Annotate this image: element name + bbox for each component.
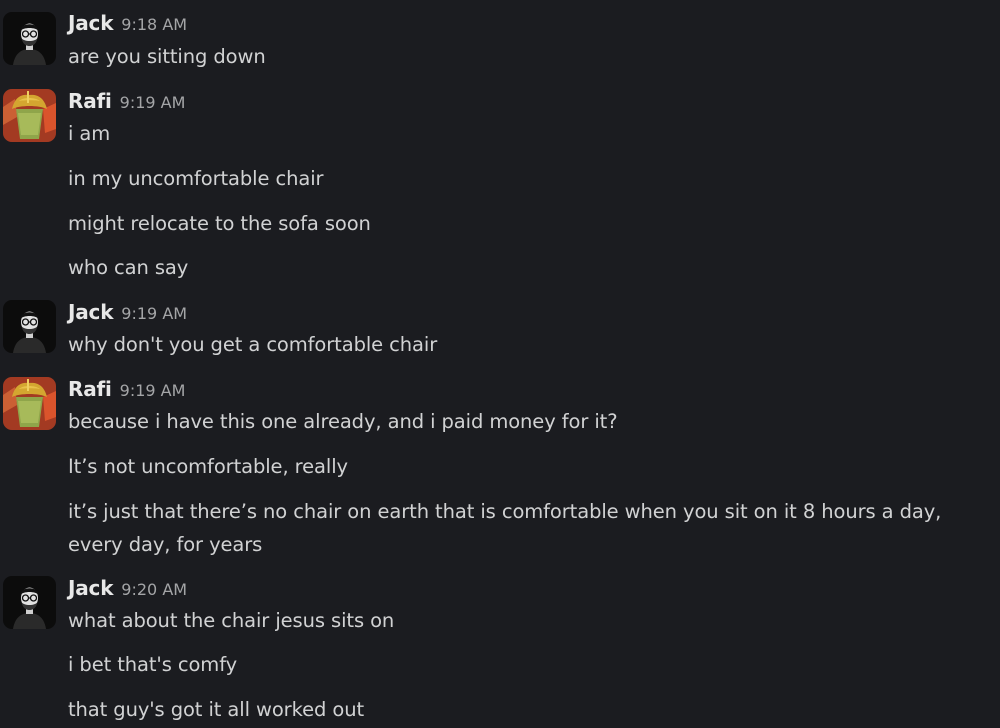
author-name[interactable]: Jack bbox=[68, 11, 113, 35]
message-text: might relocate to the sofa soon bbox=[68, 212, 371, 235]
timestamp[interactable]: 9:19 AM bbox=[121, 304, 187, 323]
timestamp[interactable]: 9:19 AM bbox=[120, 381, 186, 400]
message-text: why don't you get a comfortable chair bbox=[68, 333, 438, 356]
avatar[interactable] bbox=[3, 300, 56, 353]
man-with-glasses-icon bbox=[3, 300, 56, 353]
man-with-glasses-icon bbox=[3, 576, 56, 629]
message-header: Rafi 9:19 AM bbox=[68, 376, 185, 402]
message-text: because i have this one already, and i p… bbox=[68, 410, 618, 433]
author-name[interactable]: Rafi bbox=[68, 89, 112, 113]
green-drink-icon bbox=[3, 89, 56, 142]
avatar[interactable] bbox=[3, 576, 56, 629]
message-header: Jack 9:20 AM bbox=[68, 575, 187, 601]
timestamp[interactable]: 9:18 AM bbox=[121, 15, 187, 34]
message-header: Rafi 9:19 AM bbox=[68, 88, 185, 114]
message-header: Jack 9:19 AM bbox=[68, 299, 187, 325]
green-drink-icon bbox=[3, 377, 56, 430]
timestamp[interactable]: 9:20 AM bbox=[121, 580, 187, 599]
timestamp[interactable]: 9:19 AM bbox=[120, 93, 186, 112]
author-name[interactable]: Rafi bbox=[68, 377, 112, 401]
message-text: in my uncomfortable chair bbox=[68, 167, 324, 190]
message-text: that guy's got it all worked out bbox=[68, 698, 364, 721]
avatar[interactable] bbox=[3, 89, 56, 142]
message-text: it’s just that there’s no chair on earth… bbox=[68, 500, 942, 556]
message-text: who can say bbox=[68, 256, 189, 279]
message-text: It’s not uncomfortable, really bbox=[68, 455, 348, 478]
avatar[interactable] bbox=[3, 12, 56, 65]
author-name[interactable]: Jack bbox=[68, 576, 113, 600]
message-text: i bet that's comfy bbox=[68, 653, 238, 676]
author-name[interactable]: Jack bbox=[68, 300, 113, 324]
message-header: Jack 9:18 AM bbox=[68, 10, 187, 36]
avatar[interactable] bbox=[3, 377, 56, 430]
man-with-glasses-icon bbox=[3, 12, 56, 65]
message-text: are you sitting down bbox=[68, 45, 266, 68]
message-text: what about the chair jesus sits on bbox=[68, 609, 395, 632]
message-text: i am bbox=[68, 122, 111, 145]
message-list: Jack 9:18 AM are you sitting down Rafi 9:1… bbox=[0, 0, 1000, 728]
